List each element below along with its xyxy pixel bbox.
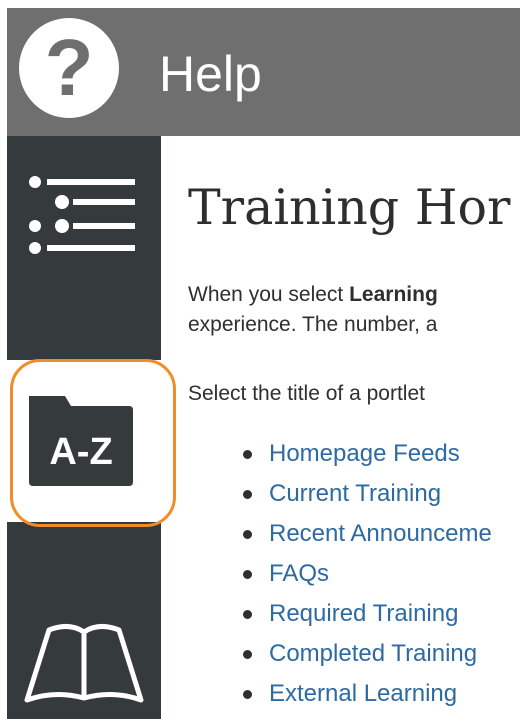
bullet <box>243 570 252 579</box>
help-header: ? Help <box>7 8 520 136</box>
link-homepage-feeds[interactable]: Homepage Feeds <box>269 436 460 472</box>
top-margin <box>0 0 520 8</box>
sidebar: A-Z <box>7 136 161 719</box>
left-margin <box>0 0 7 719</box>
bullet <box>243 690 252 699</box>
page-title: Training Hor <box>188 179 511 236</box>
link-faqs[interactable]: FAQs <box>269 556 329 592</box>
intro-paragraph: When you select Learning experience. The… <box>188 283 438 336</box>
bullet <box>243 650 252 659</box>
a-z-folder-icon: A-Z <box>29 396 133 486</box>
link-required-training[interactable]: Required Training <box>269 596 458 632</box>
bullet <box>243 490 252 499</box>
link-recent-announcements[interactable]: Recent Announceme <box>269 516 492 552</box>
svg-text:A-Z: A-Z <box>49 431 112 473</box>
main-content: Training Hor When you select Learning ex… <box>161 136 520 719</box>
instruction-paragraph: Select the title of a portlet <box>188 382 425 405</box>
open-book-icon <box>24 624 144 703</box>
link-current-training[interactable]: Current Training <box>269 476 441 512</box>
link-completed-training[interactable]: Completed Training <box>269 636 477 672</box>
sidebar-item-list-view[interactable] <box>7 136 161 360</box>
question-circle-icon[interactable]: ? <box>19 18 119 118</box>
sidebar-item-training-catalog[interactable] <box>7 522 161 719</box>
bullet <box>243 610 252 619</box>
header-title: Help <box>159 46 262 102</box>
sidebar-item-a-z[interactable]: A-Z <box>7 360 161 522</box>
bullet <box>243 450 252 459</box>
link-external-learning[interactable]: External Learning <box>269 676 457 712</box>
bullet <box>243 530 252 539</box>
bullet-list-icon <box>29 176 135 254</box>
